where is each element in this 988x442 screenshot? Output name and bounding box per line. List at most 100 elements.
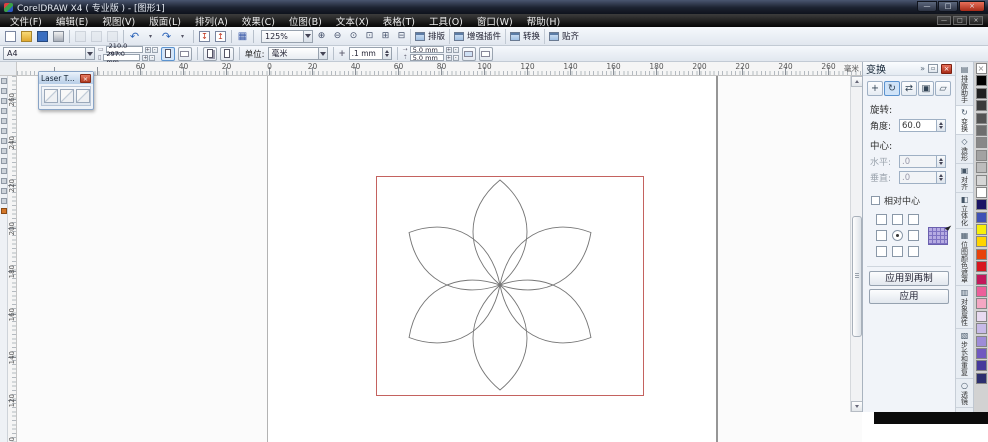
menu-item[interactable]: 编辑(E) <box>49 14 95 28</box>
anchor-checkbox[interactable] <box>876 246 887 257</box>
anchor-checkbox[interactable] <box>892 246 903 257</box>
all-pages-button[interactable] <box>202 46 217 61</box>
interactive-tool[interactable] <box>0 178 7 184</box>
menu-item[interactable]: 版面(L) <box>142 14 188 28</box>
toolbar-text-button[interactable]: 转换 <box>505 28 544 44</box>
import-icon[interactable]: ↧ <box>197 29 212 44</box>
close-button[interactable]: × <box>959 1 985 12</box>
color-swatch[interactable] <box>975 224 987 236</box>
print-icon[interactable] <box>51 29 66 44</box>
docker-tab[interactable]: ◧ 立体化 <box>956 193 973 229</box>
color-swatch[interactable] <box>975 273 987 285</box>
spin-down[interactable]: - <box>452 54 459 61</box>
center-h-field[interactable]: .0 <box>899 155 937 168</box>
zoom-selected-icon[interactable]: ⊡ <box>362 29 377 44</box>
zoom-page-icon[interactable]: ⊞ <box>378 29 393 44</box>
color-swatch[interactable] <box>975 347 987 359</box>
menu-item[interactable]: 排列(A) <box>188 14 235 28</box>
save-icon[interactable] <box>35 29 50 44</box>
current-page-button[interactable] <box>219 46 234 61</box>
toolbar-text-button[interactable]: 贴齐 <box>544 28 583 44</box>
anchor-center-radio[interactable] <box>892 230 903 241</box>
ruler-origin-corner[interactable] <box>0 62 17 76</box>
duplicate-y-field[interactable]: 5.0 mm <box>409 54 444 62</box>
docker-close-icon[interactable]: × <box>941 63 952 74</box>
menu-item[interactable]: 文本(X) <box>329 14 376 28</box>
menu-item[interactable]: 文件(F) <box>3 14 49 28</box>
laser-tool-2-icon[interactable] <box>60 89 74 103</box>
export-icon[interactable]: ↥ <box>213 29 228 44</box>
new-icon[interactable] <box>3 29 18 44</box>
sep[interactable] <box>193 29 194 43</box>
open-icon[interactable] <box>19 29 34 44</box>
color-swatch[interactable] <box>975 261 987 273</box>
menu-item[interactable]: 表格(T) <box>376 14 422 28</box>
menu-item[interactable]: 工具(O) <box>422 14 470 28</box>
color-swatch[interactable] <box>975 137 987 149</box>
menu-item[interactable]: 窗口(W) <box>470 14 520 28</box>
rectangle-tool[interactable] <box>0 138 7 144</box>
transform-skew-icon[interactable]: ▱ <box>935 81 951 96</box>
drawing-canvas[interactable] <box>17 76 862 442</box>
polygon-tool[interactable] <box>0 158 7 164</box>
sep[interactable] <box>231 29 232 43</box>
eyedropper-tool[interactable] <box>0 188 7 194</box>
paper-size-select[interactable]: A4 <box>3 47 95 60</box>
center-v-spinner[interactable] <box>937 171 946 184</box>
docker-tab[interactable]: ↻ 变换 <box>956 106 973 135</box>
menu-item[interactable]: 效果(C) <box>235 14 282 28</box>
copy-icon[interactable] <box>89 29 104 44</box>
apply-to-duplicate-button[interactable]: 应用到再制 <box>869 271 949 286</box>
color-swatch[interactable] <box>975 298 987 310</box>
app-launcher-icon[interactable]: ▦ <box>235 29 250 44</box>
color-swatch[interactable] <box>975 323 987 335</box>
vertical-scrollbar[interactable] <box>850 76 863 412</box>
menu-item[interactable]: 位图(B) <box>282 14 329 28</box>
docker-tab[interactable]: ▧ 步长和重复 <box>956 329 973 379</box>
docker-tab[interactable]: ▣ 对齐 <box>956 164 973 193</box>
toolbar-text-button[interactable]: 排版 <box>410 28 449 44</box>
undo-arrow-icon[interactable]: ▾ <box>143 29 158 44</box>
color-swatch[interactable] <box>975 162 987 174</box>
color-swatch[interactable] <box>975 149 987 161</box>
color-swatch[interactable] <box>975 248 987 260</box>
laser-close-button[interactable]: × <box>80 73 91 83</box>
anchor-checkbox[interactable] <box>908 214 919 225</box>
color-swatch[interactable] <box>975 112 987 124</box>
color-swatch[interactable] <box>975 124 987 136</box>
paper-height-field[interactable]: 297.0 mm <box>103 50 141 66</box>
spin-up[interactable]: + <box>445 46 452 53</box>
transform-size-icon[interactable]: ▣ <box>918 81 934 96</box>
nudge-spinner[interactable] <box>382 47 392 60</box>
spin-down[interactable]: - <box>151 46 158 53</box>
treat-as-filled-button[interactable] <box>461 46 476 61</box>
color-swatch[interactable] <box>975 372 987 384</box>
zoom-width-icon[interactable]: ⊟ <box>394 29 409 44</box>
portrait-button[interactable] <box>160 46 175 61</box>
fill-tool[interactable] <box>0 208 7 214</box>
docker-tab[interactable]: ▥ 对象属性 <box>956 286 973 329</box>
spin-up[interactable]: + <box>144 46 151 53</box>
sep[interactable] <box>69 29 70 43</box>
angle-field[interactable]: 60.0 <box>899 119 937 132</box>
color-swatch[interactable] <box>975 186 987 198</box>
minimize-button[interactable]: — <box>917 1 937 12</box>
doc-minimize-button[interactable]: — <box>937 16 951 25</box>
smart-fill-tool[interactable] <box>0 128 7 134</box>
docker-flyout-icon[interactable]: » <box>920 64 925 73</box>
color-swatch[interactable]: × <box>975 63 987 74</box>
redo-arrow-icon[interactable]: ▾ <box>175 29 190 44</box>
scrollbar-thumb[interactable] <box>852 216 862 337</box>
color-swatch[interactable] <box>975 174 987 186</box>
laser-tool-3-icon[interactable] <box>76 89 90 103</box>
zoom-tool[interactable] <box>0 108 7 114</box>
anchor-checkbox[interactable] <box>908 246 919 257</box>
redo-icon[interactable]: ↷ <box>159 29 174 44</box>
spin-up[interactable]: + <box>142 54 149 61</box>
landscape-button[interactable] <box>177 46 192 61</box>
color-swatch[interactable] <box>975 199 987 211</box>
vertical-ruler[interactable]: 260 240 220 200 180 160 140 120 100 <box>8 76 17 442</box>
menu-item[interactable]: 视图(V) <box>95 14 142 28</box>
cut-icon[interactable] <box>73 29 88 44</box>
transform-scale-mirror-icon[interactable]: ⇄ <box>901 81 917 96</box>
